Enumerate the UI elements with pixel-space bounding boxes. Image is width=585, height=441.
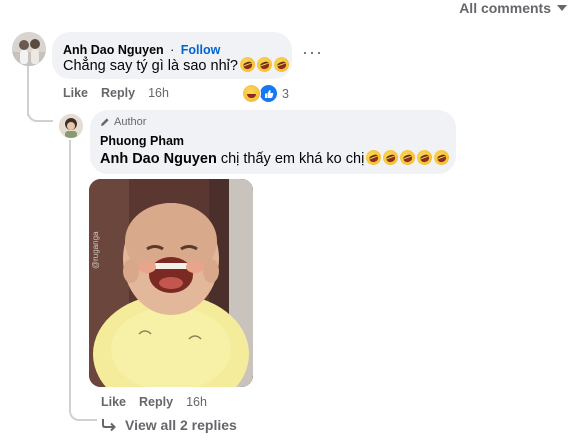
reply-actions: Like Reply 16h	[101, 395, 207, 409]
reply-photo[interactable]: @ruganga	[89, 179, 253, 387]
thread-connector	[27, 106, 53, 122]
avatar-image	[59, 114, 83, 138]
laughing-emoji-icon	[254, 54, 275, 75]
like-button[interactable]: Like	[63, 86, 88, 100]
laughing-emoji-icon	[415, 147, 435, 168]
reply-bubble: Author Phuong Pham Anh Dao Nguyen chị th…	[90, 110, 456, 174]
reply-avatar[interactable]	[59, 114, 83, 138]
view-all-replies-button[interactable]: View all 2 replies	[101, 417, 237, 433]
more-options-icon[interactable]: ···	[302, 42, 323, 63]
author-badge-label: Author	[114, 116, 147, 128]
reply-author-name[interactable]: Phuong Pham	[100, 134, 184, 148]
laughing-emoji-icon	[364, 147, 384, 168]
reaction-count: 3	[282, 86, 289, 101]
timestamp[interactable]: 16h	[186, 395, 207, 409]
laughing-child-image	[89, 179, 253, 387]
view-replies-connector	[69, 395, 97, 421]
comment-text: Chẳng say tý gì là sao nhỉ?	[63, 58, 238, 74]
like-button[interactable]: Like	[101, 395, 126, 409]
reactions-summary[interactable]: 3	[242, 84, 289, 103]
separator-dot: ·	[170, 43, 175, 57]
timestamp[interactable]: 16h	[148, 86, 169, 100]
reply-button[interactable]: Reply	[101, 86, 135, 100]
reply-thread-line	[69, 140, 71, 412]
author-badge: Author	[100, 116, 146, 128]
view-replies-label: View all 2 replies	[125, 417, 237, 433]
comment-bubble: Anh Dao Nguyen · Follow Chẳng say tý gì …	[52, 32, 292, 79]
pencil-icon	[101, 118, 109, 126]
laughing-emoji-icon	[271, 54, 292, 75]
laughing-emoji-icon	[381, 147, 401, 168]
mention-link[interactable]: Anh Dao Nguyen	[100, 151, 217, 167]
like-reaction-icon	[259, 84, 278, 103]
chevron-down-icon	[557, 5, 567, 11]
laughing-emoji-icon	[237, 54, 258, 75]
avatar-image	[12, 32, 46, 66]
follow-button[interactable]: Follow	[181, 43, 221, 57]
sort-label: All comments	[459, 0, 551, 16]
haha-reaction-icon	[242, 84, 261, 103]
reply-text: chị thấy em khá ko chị	[216, 151, 365, 167]
comment-author-name[interactable]: Anh Dao Nguyen	[63, 43, 164, 57]
laughing-emoji-icon	[432, 147, 452, 168]
sort-comments-dropdown[interactable]: All comments	[459, 0, 567, 16]
reply-button[interactable]: Reply	[139, 395, 173, 409]
photo-watermark: @ruganga	[91, 231, 100, 269]
laughing-emoji-icon	[398, 147, 418, 168]
reply-arrow-icon	[102, 419, 116, 432]
comment-actions: Like Reply 16h	[63, 86, 169, 100]
avatar[interactable]	[12, 32, 46, 66]
